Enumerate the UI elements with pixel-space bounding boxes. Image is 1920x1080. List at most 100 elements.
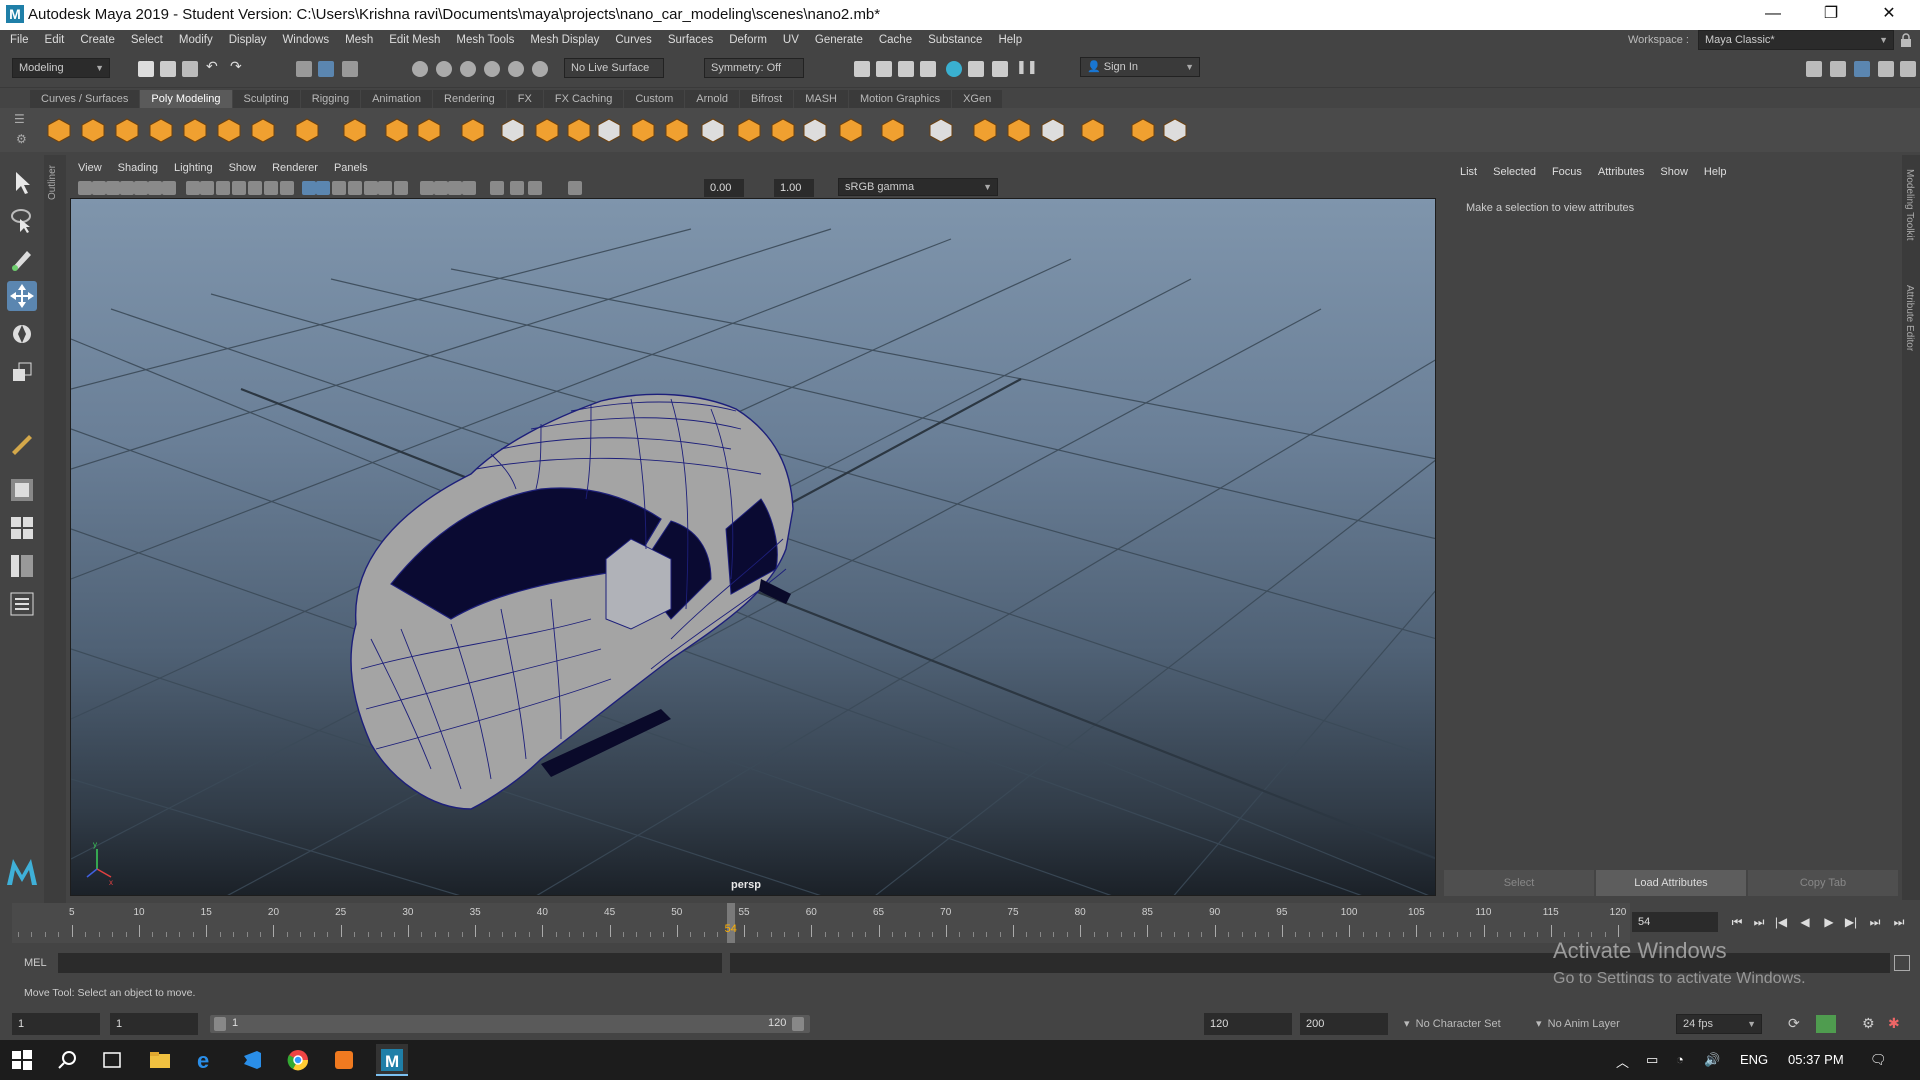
wireframe-icon[interactable] [280, 181, 294, 195]
exposure-field[interactable]: 0.00 [704, 179, 744, 197]
range-start-handle[interactable] [214, 1017, 226, 1031]
motion-blur-icon[interactable] [394, 181, 408, 195]
menu-edit-mesh[interactable]: Edit Mesh [381, 30, 448, 50]
redo-icon[interactable]: ↷ [230, 58, 246, 74]
character-set-dropdown[interactable]: ▾ No Character Set [1404, 1017, 1501, 1030]
range-slider[interactable]: 1 120 [210, 1015, 810, 1033]
attr-menu-list[interactable]: List [1452, 162, 1485, 182]
menu-surfaces[interactable]: Surfaces [660, 30, 721, 50]
workspace-dropdown[interactable]: Maya Classic* ▼ [1698, 30, 1894, 50]
playback-end-field[interactable]: 120 [1204, 1013, 1292, 1035]
planar-map-icon[interactable] [1006, 117, 1032, 143]
menu-help[interactable]: Help [990, 30, 1030, 50]
menu-select[interactable]: Select [123, 30, 171, 50]
gamma-field[interactable]: 1.00 [774, 179, 814, 197]
single-perspective-layout-icon[interactable] [7, 475, 37, 505]
shelf-tab-bifrost[interactable]: Bifrost [740, 90, 794, 108]
vscode-icon[interactable] [240, 1048, 264, 1072]
render-current-frame-icon[interactable] [876, 61, 892, 77]
extrude-icon[interactable] [664, 117, 690, 143]
wireframe-on-shaded-icon[interactable] [316, 181, 330, 195]
menu-mesh[interactable]: Mesh [337, 30, 381, 50]
save-scene-icon[interactable] [182, 61, 198, 77]
shelf-tab-animation[interactable]: Animation [361, 90, 433, 108]
ambient-occlusion-icon[interactable] [378, 181, 392, 195]
sew-uv-icon[interactable] [1130, 117, 1156, 143]
snap-curve-icon[interactable] [436, 61, 452, 77]
mel-label[interactable]: MEL [24, 957, 47, 969]
menu-display[interactable]: Display [221, 30, 275, 50]
animation-end-field[interactable]: 200 [1300, 1013, 1388, 1035]
bevel-icon[interactable] [700, 117, 726, 143]
bridge-icon[interactable] [630, 117, 656, 143]
shelf-tab-custom[interactable]: Custom [624, 90, 685, 108]
move-tool-icon[interactable] [7, 281, 37, 311]
attr-menu-show[interactable]: Show [1652, 162, 1696, 182]
field-chart-icon[interactable] [232, 181, 246, 195]
shelf-tab-rigging[interactable]: Rigging [300, 90, 361, 108]
maya-taskbar-icon[interactable]: M [376, 1044, 408, 1076]
go-to-start-button[interactable]: ⏮ [1728, 912, 1746, 932]
menu-modify[interactable]: Modify [171, 30, 221, 50]
super-shape-icon[interactable] [342, 117, 368, 143]
tool-settings-icon[interactable] [1878, 61, 1894, 77]
task-view-icon[interactable] [100, 1048, 124, 1072]
2d-pan-zoom-icon[interactable] [134, 181, 148, 195]
panel-menu-show[interactable]: Show [221, 158, 265, 178]
panel-menu-shading[interactable]: Shading [110, 158, 166, 178]
colorspace-dropdown[interactable]: sRGB gamma ▼ [838, 178, 998, 196]
select-object-icon[interactable] [318, 61, 334, 77]
svg-icon[interactable] [416, 117, 442, 143]
persp-outliner-layout-icon[interactable] [7, 551, 37, 581]
shelf-tab-fx[interactable]: FX [506, 90, 543, 108]
shadows-icon[interactable] [364, 181, 378, 195]
chrome-icon[interactable] [286, 1048, 310, 1072]
shelf-tab-xgen[interactable]: XGen [952, 90, 1003, 108]
clock[interactable]: 05:37 PM [1788, 1052, 1844, 1067]
load-attributes-button[interactable]: Load Attributes [1596, 870, 1746, 896]
range-end-handle[interactable] [792, 1017, 804, 1031]
attr-menu-focus[interactable]: Focus [1544, 162, 1590, 182]
resolution-gate-icon[interactable] [200, 181, 214, 195]
xray-joints-icon[interactable] [490, 181, 504, 195]
step-forward-frame-button[interactable]: ▶| [1842, 912, 1860, 932]
menu-curves[interactable]: Curves [607, 30, 659, 50]
close-button[interactable]: ✕ [1860, 0, 1918, 30]
bookmark-icon[interactable] [106, 181, 120, 195]
file-explorer-icon[interactable] [148, 1048, 172, 1072]
undo-icon[interactable]: ↶ [206, 58, 222, 74]
attribute-editor-toggle-icon[interactable] [1854, 61, 1870, 77]
hud-icon[interactable] [528, 181, 542, 195]
shelf-tab-poly-modeling[interactable]: Poly Modeling [140, 90, 232, 108]
shelf-tab-sculpting[interactable]: Sculpting [232, 90, 300, 108]
edge-browser-icon[interactable]: e [194, 1048, 218, 1073]
boolean-icon[interactable] [566, 117, 592, 143]
menu-cache[interactable]: Cache [871, 30, 920, 50]
ipr-render-icon[interactable] [898, 61, 914, 77]
menu-windows[interactable]: Windows [274, 30, 337, 50]
notifications-icon[interactable]: 🗨 [1870, 1052, 1887, 1068]
depth-of-field-icon[interactable] [434, 181, 448, 195]
lasso-tool-icon[interactable] [7, 205, 37, 235]
render-settings-icon[interactable] [854, 61, 870, 77]
select-button[interactable]: Select [1444, 870, 1594, 896]
menu-deform[interactable]: Deform [721, 30, 775, 50]
camera-attributes-icon[interactable] [92, 181, 106, 195]
shelf-tab-mash[interactable]: MASH [794, 90, 848, 108]
hypershade-icon[interactable] [946, 61, 962, 77]
shelf-tab-fx-caching[interactable]: FX Caching [543, 90, 624, 108]
attr-menu-selected[interactable]: Selected [1485, 162, 1544, 182]
shelf-tab-motion-graphics[interactable]: Motion Graphics [849, 90, 952, 108]
outliner-tab[interactable]: Outliner [44, 155, 66, 905]
attr-menu-help[interactable]: Help [1696, 162, 1735, 182]
pause-icon[interactable]: ❚❚ [1016, 59, 1038, 75]
film-gate-icon[interactable] [186, 181, 200, 195]
gate-mask-icon[interactable] [216, 181, 230, 195]
render-setup-icon[interactable] [968, 61, 984, 77]
snap-view-icon[interactable] [484, 61, 500, 77]
uv-editor-icon[interactable] [972, 117, 998, 143]
poly-sphere-icon[interactable] [46, 117, 72, 143]
poly-text-icon[interactable] [384, 117, 410, 143]
wifi-icon[interactable]: ◔ [1676, 1052, 1684, 1067]
render-view-icon[interactable] [920, 61, 936, 77]
